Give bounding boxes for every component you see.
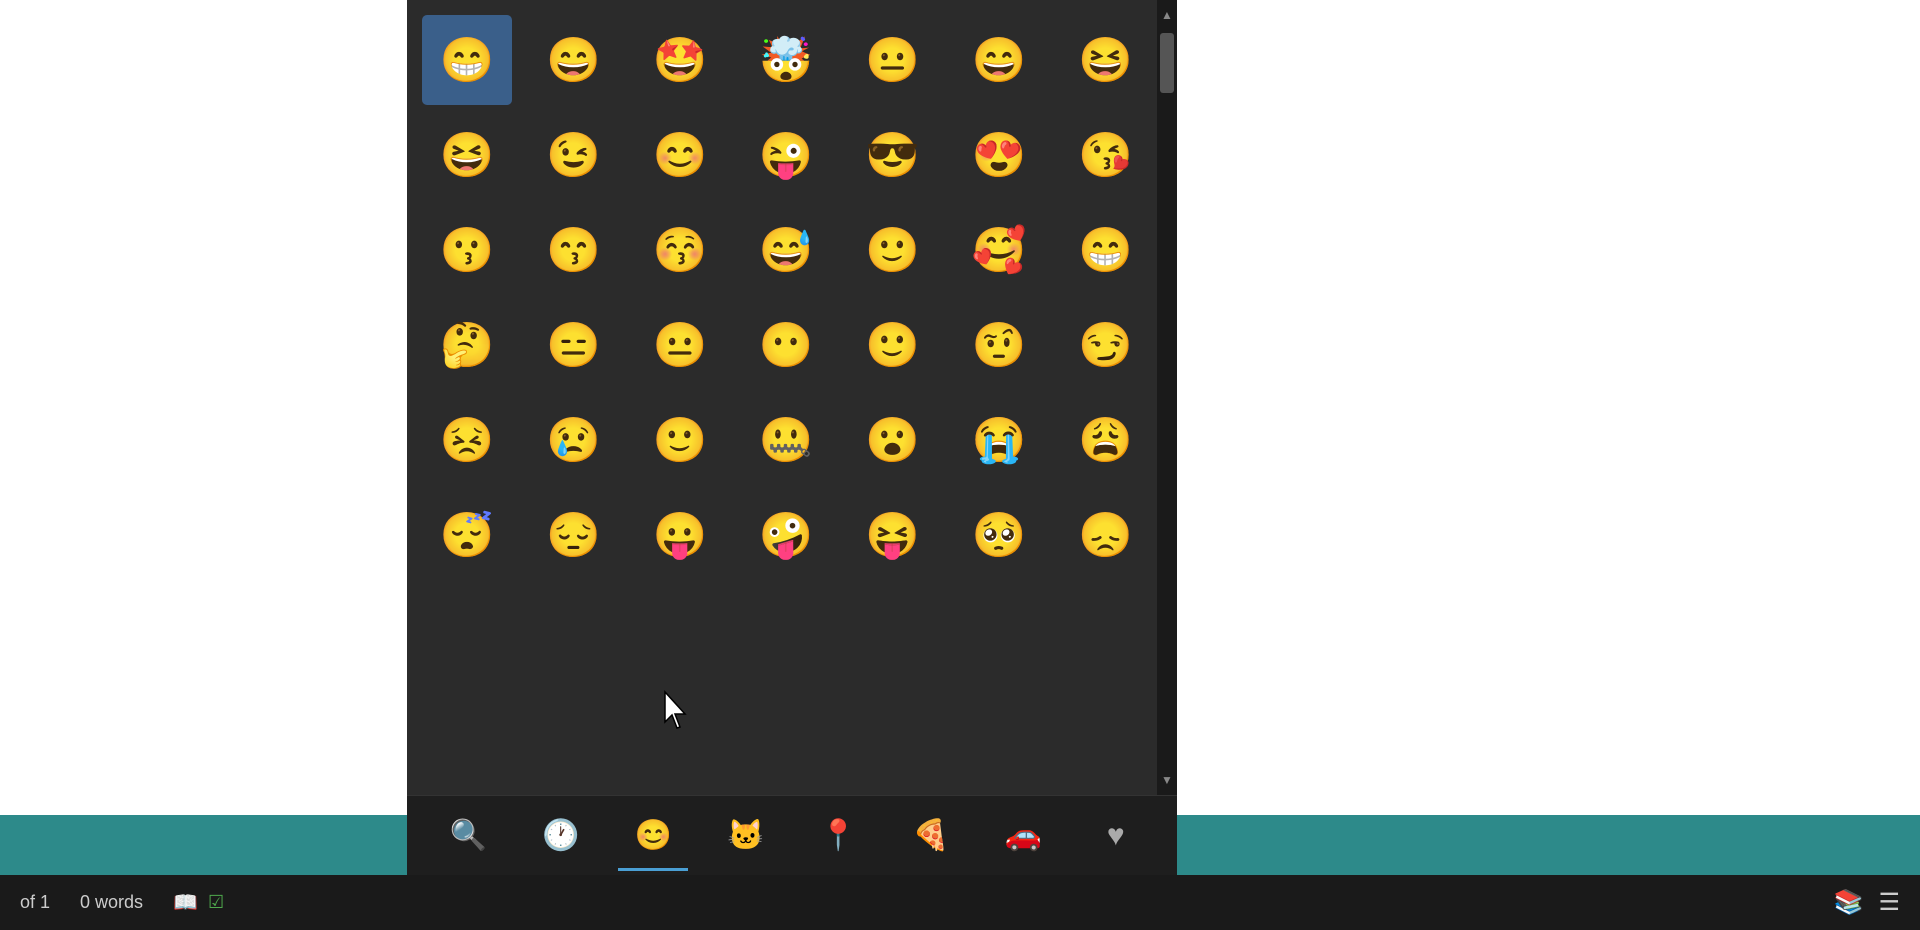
emoji-cell[interactable]: 😎 [848,110,938,200]
emoji-panel: ▲ 😁😄🤩🤯😐😄😆😆😉😊😜😎😍😘😗😙😚😅🙂🥰😁🤔😑😐😶🙂🤨😏😣😢🙂🤐😮😭😩😴😔😛… [407,0,1177,875]
emoji-cell[interactable]: 😝 [848,490,938,580]
food-category[interactable]: 🍕 [896,801,966,871]
emoji-cell[interactable]: 😞 [1061,490,1151,580]
emoji-cell[interactable]: 🙂 [635,395,725,485]
emoji-cell[interactable]: 🥰 [954,205,1044,295]
emoji-cell[interactable]: 😏 [1061,300,1151,390]
emoji-cell[interactable]: 🥺 [954,490,1044,580]
status-icons: 📖 ☑ [173,890,224,915]
emoji-cell[interactable]: 😔 [528,490,618,580]
symbols-category[interactable]: ♥ [1081,801,1151,871]
emoji-cell[interactable]: 😣 [422,395,512,485]
emoji-cell[interactable]: 😢 [528,395,618,485]
category-bar: 🔍 🕐 😊 🐱 📍 🍕 🚗 ♥ [407,795,1177,875]
emoji-cell[interactable]: 😆 [1061,15,1151,105]
emoji-cell[interactable]: 😩 [1061,395,1151,485]
emoji-cell[interactable]: 🙂 [848,205,938,295]
emoji-cell[interactable]: 😐 [848,15,938,105]
scroll-down-button[interactable]: ▼ [1157,765,1177,795]
emoji-cell[interactable]: 😁 [422,15,512,105]
emoji-cell[interactable]: 🤐 [741,395,831,485]
animals-category[interactable]: 🐱 [711,801,781,871]
scrollbar-track [1157,30,1177,765]
doc-right [1177,0,1920,875]
emoji-cell[interactable]: 🤪 [741,490,831,580]
word-count: 0 words [80,892,143,913]
emoji-cell[interactable]: 😉 [528,110,618,200]
smileys-category[interactable]: 😊 [618,801,688,871]
status-right: 📚 ☰ [1834,888,1900,917]
emoji-cell[interactable]: 🤔 [422,300,512,390]
travel-category[interactable]: 🚗 [988,801,1058,871]
check-icon[interactable]: ☑ [208,892,224,913]
doc-left [0,0,407,875]
emoji-grid-area: 😁😄🤩🤯😐😄😆😆😉😊😜😎😍😘😗😙😚😅🙂🥰😁🤔😑😐😶🙂🤨😏😣😢🙂🤐😮😭😩😴😔😛🤪😝… [407,0,1177,795]
book-view-icon[interactable]: 📚 [1834,888,1864,917]
emoji-cell[interactable]: 😮 [848,395,938,485]
objects-category[interactable]: 📍 [803,801,873,871]
emoji-cell[interactable]: 😆 [422,110,512,200]
list-view-icon[interactable]: ☰ [1878,888,1900,917]
emoji-cell[interactable]: 😴 [422,490,512,580]
emoji-cell[interactable]: 😅 [741,205,831,295]
status-bar: of 1 0 words 📖 ☑ 📚 ☰ [0,875,1920,930]
search-category[interactable]: 🔍 [433,801,503,871]
emoji-cell[interactable]: 😁 [1061,205,1151,295]
emoji-cell[interactable]: 🤯 [741,15,831,105]
emoji-cell[interactable]: 😑 [528,300,618,390]
emoji-cell[interactable]: 🤩 [635,15,725,105]
emoji-cell[interactable]: 😭 [954,395,1044,485]
emoji-cell[interactable]: 😗 [422,205,512,295]
emoji-cell[interactable]: 🙂 [848,300,938,390]
emoji-cell[interactable]: 😙 [528,205,618,295]
emoji-cell[interactable]: 😄 [528,15,618,105]
emoji-cell[interactable]: 😶 [741,300,831,390]
emoji-cell[interactable]: 😛 [635,490,725,580]
scrollbar-thumb[interactable] [1160,33,1174,93]
emoji-cell[interactable]: 😚 [635,205,725,295]
recent-category[interactable]: 🕐 [526,801,596,871]
emoji-cell[interactable]: 😜 [741,110,831,200]
scroll-down-icon: ▼ [1161,773,1173,787]
emoji-cell[interactable]: 🤨 [954,300,1044,390]
book-icon[interactable]: 📖 [173,890,198,915]
scroll-up-button[interactable]: ▲ [1157,0,1177,30]
scroll-up-icon: ▲ [1161,8,1173,22]
page-info: of 1 [20,892,50,913]
emoji-grid: 😁😄🤩🤯😐😄😆😆😉😊😜😎😍😘😗😙😚😅🙂🥰😁🤔😑😐😶🙂🤨😏😣😢🙂🤐😮😭😩😴😔😛🤪😝… [417,10,1167,585]
emoji-cell[interactable]: 😘 [1061,110,1151,200]
emoji-cell[interactable]: 😄 [954,15,1044,105]
emoji-cell[interactable]: 😐 [635,300,725,390]
emoji-cell[interactable]: 😍 [954,110,1044,200]
emoji-cell[interactable]: 😊 [635,110,725,200]
